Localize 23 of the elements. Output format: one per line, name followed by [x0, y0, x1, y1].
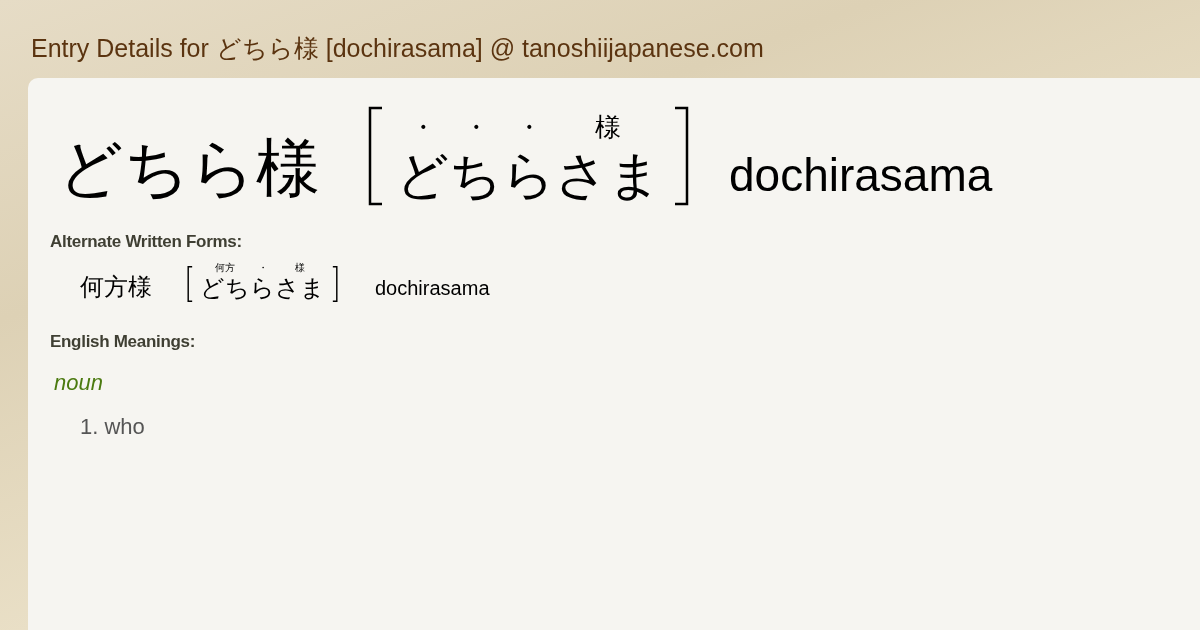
furigana-text: ・ [257, 262, 268, 274]
furigana-text: ・ [515, 112, 542, 142]
kana-text: さま [275, 274, 325, 302]
kana-text: ど [396, 144, 449, 207]
page-title: Entry Details for どちら様 [dochirasama] @ tanoshiijapanese.com [31, 33, 765, 64]
furigana-text: ・ [462, 112, 489, 142]
romaji-text: dochirasama [375, 276, 490, 301]
kana-text: ち [449, 144, 502, 207]
meaning-text: 1. who [80, 414, 146, 440]
furigana-text: 様 [295, 262, 305, 274]
kana-text: ら [250, 274, 275, 302]
kana-text: さま [555, 144, 661, 207]
kana-text: どち [200, 274, 250, 302]
section-heading: English Meanings: [50, 332, 197, 352]
kana-text: ら [502, 144, 555, 207]
romaji-text: dochirasama [729, 148, 993, 203]
section-heading: Alternate Written Forms: [50, 232, 243, 252]
part-of-speech: noun [54, 370, 104, 396]
furigana-text: 何方 [215, 262, 235, 274]
furigana-text: ・ [409, 112, 436, 142]
headword: どちら様 [58, 130, 320, 207]
furigana-text: 様 [595, 112, 621, 142]
alternate-word: 何方様 [80, 272, 152, 302]
